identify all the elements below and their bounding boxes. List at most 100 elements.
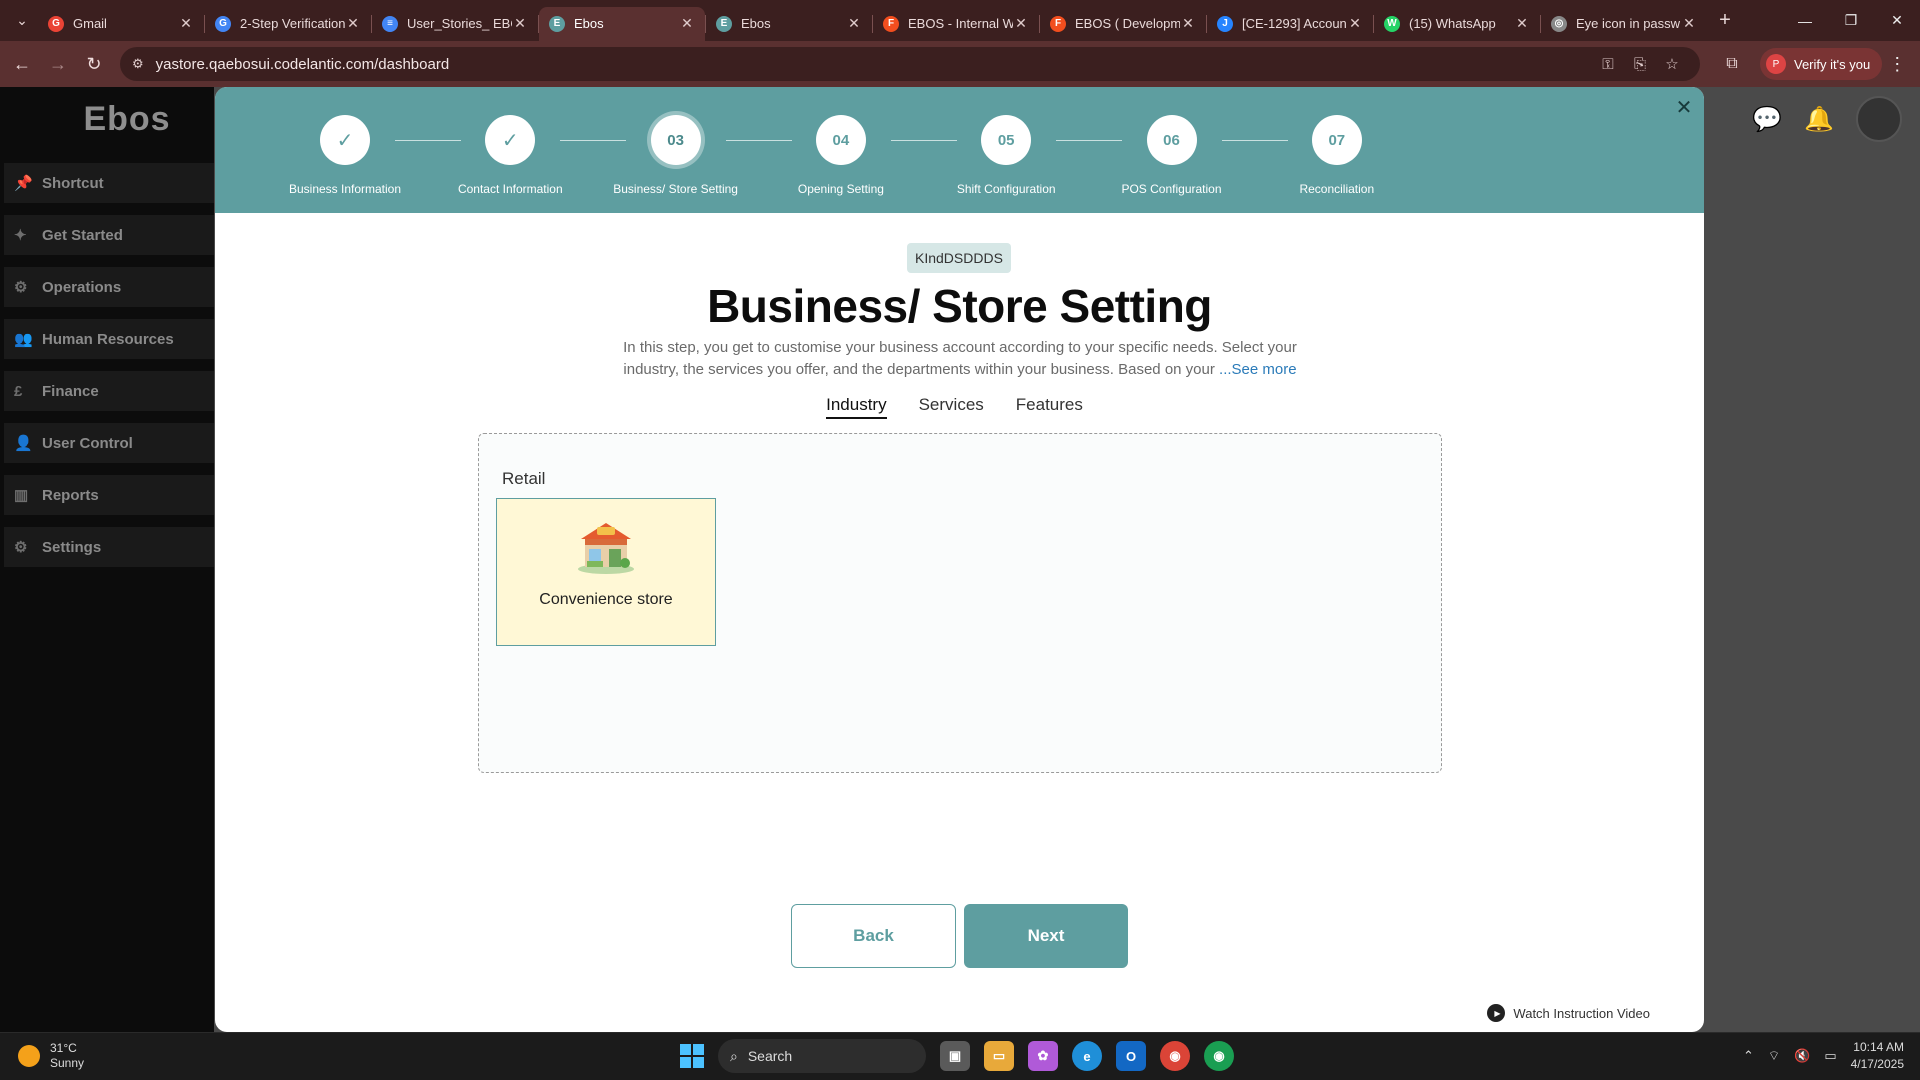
new-tab-plus-icon[interactable]: + <box>1711 7 1739 35</box>
step-label: Business Information <box>288 182 402 196</box>
task-view-icon[interactable]: ▣ <box>940 1041 970 1071</box>
business-name-tag: KIndDSDDDS <box>907 243 1011 273</box>
clock[interactable]: 10:14 AM 4/17/2025 <box>1851 1039 1904 1073</box>
industry-card-convenience-store[interactable]: Convenience store <box>496 498 716 646</box>
user-avatar[interactable] <box>1856 96 1902 142</box>
browser-menu-icon[interactable]: ⋮ <box>1882 54 1912 75</box>
watch-instruction-video-link[interactable]: ▶ Watch Instruction Video <box>1487 1004 1650 1022</box>
step-label: POS Configuration <box>1121 182 1222 196</box>
close-icon[interactable]: ✕ <box>1672 95 1696 119</box>
browser-tab[interactable]: E Ebos ✕ <box>706 7 872 41</box>
wifi-icon[interactable]: ⌔ <box>1768 1048 1780 1064</box>
browser-tab[interactable]: ≡ User_Stories_ EBOS✕ <box>372 7 538 41</box>
browser-tab[interactable]: W (15) WhatsApp ✕ <box>1374 7 1540 41</box>
tab-title: Eye icon in passw <box>1576 16 1681 31</box>
wizard-step-03[interactable]: 03 Business/ Store Setting <box>601 115 751 196</box>
sidebar-item-settings[interactable]: ⚙ Settings <box>4 527 214 567</box>
gear-icon: ⚙ <box>14 539 28 556</box>
address-bar[interactable]: ⚙ yastore.qaebosui.codelantic.com/dashbo… <box>120 47 1700 81</box>
browser-tab[interactable]: J [CE-1293] Accoun ✕ <box>1207 7 1373 41</box>
tab-close-icon[interactable]: ✕ <box>512 15 528 32</box>
step-number: 05 <box>981 115 1032 165</box>
password-key-icon[interactable]: ⚿ <box>1592 56 1624 73</box>
wizard-step-04[interactable]: 04 Opening Setting <box>766 115 916 196</box>
forward-arrow-icon[interactable]: → <box>40 46 76 82</box>
window-close-icon[interactable]: ✕ <box>1874 0 1920 41</box>
tab-features[interactable]: Features <box>1016 395 1083 419</box>
setup-wizard-modal: ✕ ✓ Business Information ✓ Contact Informat… <box>215 87 1704 1032</box>
tab-services[interactable]: Services <box>919 395 984 419</box>
step-label: Reconciliation <box>1299 182 1375 196</box>
extensions-puzzle-icon[interactable]: ⧉ <box>1714 55 1750 73</box>
see-more-link[interactable]: ...See more <box>1219 361 1297 378</box>
sidebar-item-reports[interactable]: ▥ Reports <box>4 475 214 515</box>
sidebar-item-get-started[interactable]: ✦ Get Started <box>4 215 214 255</box>
tab-title: EBOS - Internal W <box>908 16 1013 31</box>
weather-condition: Sunny <box>50 1056 85 1070</box>
wizard-step-07[interactable]: 07 Reconciliation <box>1262 115 1412 196</box>
back-arrow-icon[interactable]: ← <box>4 46 40 82</box>
sidebar-item-shortcut[interactable]: 📌 Shortcut <box>4 163 214 203</box>
people-icon: 👥 <box>14 331 33 348</box>
outlook-icon[interactable]: O <box>1116 1041 1146 1071</box>
sidebar-item-finance[interactable]: £ Finance <box>4 371 214 411</box>
tab-industry[interactable]: Industry <box>826 395 887 419</box>
volume-muted-icon[interactable]: 🔇 <box>1794 1048 1810 1064</box>
minimize-icon[interactable]: — <box>1782 0 1828 41</box>
tab-title: Ebos <box>741 16 771 31</box>
tab-title: 2-Step Verification <box>240 16 345 31</box>
url-text[interactable]: yastore.qaebosui.codelantic.com/dashboar… <box>156 56 1592 73</box>
next-button[interactable]: Next <box>964 904 1128 968</box>
weather-widget[interactable]: 31°C Sunny <box>18 1041 84 1071</box>
browser-tab[interactable]: F EBOS ( Developm ✕ <box>1040 7 1206 41</box>
browser-tab[interactable]: F EBOS - Internal W ✕ <box>873 7 1039 41</box>
tab-title: Ebos <box>574 16 604 31</box>
site-info-icon[interactable]: ⚙ <box>132 56 144 72</box>
tab-close-icon[interactable]: ✕ <box>1681 15 1697 32</box>
bell-icon[interactable]: 🔔 <box>1804 105 1834 134</box>
tab-search-chevron-icon[interactable]: ⌄ <box>6 6 38 36</box>
wizard-step-02[interactable]: ✓ Contact Information <box>435 115 585 196</box>
reload-icon[interactable]: ↻ <box>76 46 112 82</box>
bookmark-star-icon[interactable]: ☆ <box>1656 55 1688 73</box>
tab-close-icon[interactable]: ✕ <box>679 15 695 32</box>
back-button[interactable]: Back <box>791 904 956 968</box>
chrome-profile-p-icon[interactable]: ◉ <box>1160 1041 1190 1071</box>
tab-close-icon[interactable]: ✕ <box>846 15 862 32</box>
profile-avatar: P <box>1766 54 1786 74</box>
file-explorer-icon[interactable]: ▭ <box>984 1041 1014 1071</box>
wizard-step-01[interactable]: ✓ Business Information <box>270 115 420 196</box>
windows-start-icon[interactable] <box>680 1044 704 1068</box>
restore-icon[interactable]: ❐ <box>1828 0 1874 41</box>
window-controls: — ❐ ✕ <box>1782 0 1920 41</box>
taskbar-search[interactable]: ⌕ Search <box>718 1039 926 1073</box>
wizard-stepper: ✕ ✓ Business Information ✓ Contact Informat… <box>215 87 1704 213</box>
category-tabs: Industry Services Features <box>215 395 1704 419</box>
battery-icon[interactable]: ▭ <box>1824 1048 1836 1064</box>
edge-icon[interactable]: e <box>1072 1041 1102 1071</box>
sidebar-item-human-resources[interactable]: 👥 Human Resources <box>4 319 214 359</box>
wizard-step-05[interactable]: 05 Shift Configuration <box>931 115 1081 196</box>
browser-tab[interactable]: E Ebos ✕ <box>539 6 705 41</box>
wizard-step-06[interactable]: 06 POS Configuration <box>1097 115 1247 196</box>
tab-close-icon[interactable]: ✕ <box>178 15 194 32</box>
tray-chevron-icon[interactable]: ⌃ <box>1743 1048 1754 1064</box>
sidebar-item-user-control[interactable]: 👤 User Control <box>4 423 214 463</box>
sidebar-item-operations[interactable]: ⚙ Operations <box>4 267 214 307</box>
browser-tab[interactable]: ◎ Eye icon in passw ✕ <box>1541 7 1707 41</box>
profile-verify-button[interactable]: P Verify it's you <box>1760 48 1883 80</box>
tab-close-icon[interactable]: ✕ <box>345 15 361 32</box>
tab-close-icon[interactable]: ✕ <box>1180 15 1196 32</box>
browser-tab[interactable]: G 2-Step Verification ✕ <box>205 7 371 41</box>
tab-favicon-icon: ≡ <box>382 15 398 32</box>
cog-icon: ⚙ <box>14 279 28 296</box>
install-app-icon[interactable]: ⎘ <box>1624 56 1656 73</box>
tab-close-icon[interactable]: ✕ <box>1347 15 1363 32</box>
chrome-profile-s-icon[interactable]: ◉ <box>1204 1041 1234 1071</box>
tab-favicon-icon: ◎ <box>1551 15 1567 32</box>
copilot-icon[interactable]: ✿ <box>1028 1041 1058 1071</box>
browser-tab[interactable]: G Gmail ✕ <box>38 7 204 41</box>
tab-close-icon[interactable]: ✕ <box>1013 15 1029 32</box>
tab-close-icon[interactable]: ✕ <box>1514 15 1530 32</box>
chat-icon[interactable]: 💬 <box>1752 105 1782 134</box>
